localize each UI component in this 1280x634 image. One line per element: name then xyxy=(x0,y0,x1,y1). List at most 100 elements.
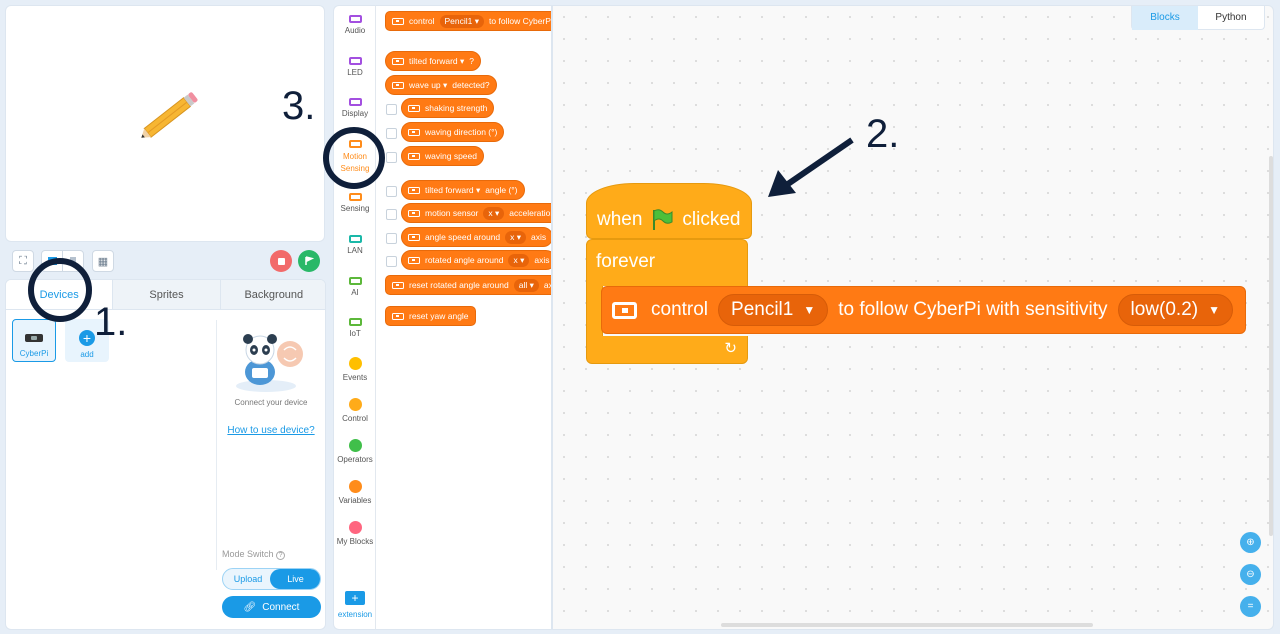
category-my-blocks[interactable]: My Blocks xyxy=(334,521,376,546)
checkbox[interactable] xyxy=(386,209,397,220)
device-cyberpi[interactable]: CyberPi xyxy=(12,319,56,362)
caret-down-icon: ▼ xyxy=(803,303,816,317)
block-text: waving speed xyxy=(425,151,477,161)
extension-button[interactable]: + extension xyxy=(334,591,376,619)
layout-small-icon[interactable] xyxy=(62,250,84,272)
palette-block-shaking-strength[interactable]: shaking strength xyxy=(401,98,495,118)
tab-blocks[interactable]: Blocks xyxy=(1132,6,1198,30)
category-label: Events xyxy=(342,373,368,382)
category-operators[interactable]: Operators xyxy=(334,439,376,464)
annotation-number-2: 2. xyxy=(866,112,900,156)
checkbox[interactable] xyxy=(386,128,397,139)
palette-block-wave-detected[interactable]: wave up ▾ detected? xyxy=(385,75,497,95)
category-led[interactable]: LED xyxy=(334,57,376,77)
green-flag-icon xyxy=(653,209,673,230)
layout-large-icon[interactable] xyxy=(41,250,63,272)
help-icon[interactable]: ? xyxy=(276,551,286,560)
category-label: LED xyxy=(347,68,363,77)
category-variables[interactable]: Variables xyxy=(334,480,376,505)
pencil-sprite[interactable] xyxy=(134,86,206,146)
stage[interactable] xyxy=(5,5,325,242)
connect-button[interactable]: 🔗︎ Connect xyxy=(222,596,321,618)
chip-icon xyxy=(348,277,362,285)
palette-block-reset-yaw[interactable]: reset yaw angle xyxy=(385,306,476,326)
chip-icon xyxy=(408,209,420,217)
sensitivity-dropdown[interactable]: low(0.2) ▼ xyxy=(1117,294,1233,326)
divider xyxy=(216,320,217,570)
block-dropdown[interactable]: x ▾ xyxy=(483,206,505,220)
category-label: IoT xyxy=(349,329,361,338)
cyberpi-icon xyxy=(25,334,43,342)
category-label: Motion Sensing xyxy=(340,152,370,173)
chip-icon xyxy=(348,235,362,243)
checkbox[interactable] xyxy=(386,233,397,244)
chip-icon xyxy=(392,17,404,25)
checkbox[interactable] xyxy=(386,152,397,163)
category-events[interactable]: Events xyxy=(334,357,376,382)
chip-icon xyxy=(392,57,404,65)
mode-toggle[interactable]: Upload Live xyxy=(222,568,321,590)
zoom-in-icon[interactable]: ⊕ xyxy=(1240,532,1261,553)
block-dropdown[interactable]: wave up ▾ xyxy=(409,80,447,91)
block-dropdown[interactable]: all ▾ xyxy=(513,278,539,292)
block-dropdown[interactable]: x ▾ xyxy=(505,230,527,244)
category-label: AI xyxy=(351,288,359,297)
block-text: reset rotated angle around xyxy=(409,280,509,290)
block-dropdown[interactable]: tilted forward ▾ xyxy=(425,185,480,196)
chip-icon xyxy=(392,81,404,89)
category-display[interactable]: Display xyxy=(334,98,376,118)
chip-icon xyxy=(408,256,420,264)
tab-python[interactable]: Python xyxy=(1198,6,1264,30)
category-audio[interactable]: Audio xyxy=(334,15,376,35)
checkbox[interactable] xyxy=(386,256,397,267)
loop-arrow-icon: ↻ xyxy=(724,340,737,357)
green-flag-icon xyxy=(305,256,314,265)
when-label: when xyxy=(597,209,643,230)
tab-sprites[interactable]: Sprites xyxy=(113,280,221,309)
block-dropdown[interactable]: x ▾ xyxy=(508,253,530,267)
block-text: ? xyxy=(469,56,475,66)
palette-block-angle-speed[interactable]: angle speed around x ▾ axis xyxy=(401,227,551,247)
palette-block-motion-sensor[interactable]: motion sensor x ▾ acceleration xyxy=(401,203,551,223)
category-label: My Blocks xyxy=(336,537,374,546)
checkbox[interactable] xyxy=(386,104,397,115)
horizontal-scrollbar[interactable] xyxy=(721,623,1093,627)
checkbox[interactable] xyxy=(386,186,397,197)
palette-block-rotated-angle[interactable]: rotated angle around x ▾ axis xyxy=(401,250,551,270)
palette-block-waving-direction[interactable]: waving direction (°) xyxy=(401,122,505,142)
category-label: Control xyxy=(342,414,368,423)
vertical-scrollbar[interactable] xyxy=(1269,156,1273,536)
control-label: control xyxy=(651,299,709,320)
script-workspace[interactable]: Blocks Python forever ↻ when clicked con… xyxy=(552,5,1274,630)
stop-button[interactable] xyxy=(270,250,292,272)
palette-block-tilt-angle[interactable]: tilted forward ▾ angle (°) xyxy=(401,180,525,200)
palette-block-control-follow[interactable]: control Pencil1 ▾ to follow CyberPi xyxy=(385,11,551,31)
zoom-reset-icon[interactable]: = xyxy=(1240,596,1261,617)
category-motion-sensing[interactable]: Motion Sensing xyxy=(334,140,376,175)
block-dropdown[interactable]: tilted forward ▾ xyxy=(409,56,464,67)
green-flag-button[interactable] xyxy=(298,250,320,272)
fullscreen-icon[interactable]: ⛶ xyxy=(12,250,34,272)
palette-block-reset-rotated-angle[interactable]: reset rotated angle around all ▾ axis xyxy=(385,275,551,295)
palette-block-tilted[interactable]: tilted forward ▾? xyxy=(385,51,482,71)
control-follow-block[interactable]: control Pencil1 ▼ to follow CyberPi with … xyxy=(601,286,1246,334)
panel-tabs: Devices Sprites Background xyxy=(6,280,325,310)
circle-icon xyxy=(348,398,362,411)
block-dropdown[interactable]: Pencil1 ▾ xyxy=(439,14,485,28)
zoom-out-icon[interactable]: ⊖ xyxy=(1240,564,1261,585)
category-control[interactable]: Control xyxy=(334,398,376,423)
circle-icon xyxy=(348,439,362,452)
live-mode-option[interactable]: Live xyxy=(270,569,320,589)
upload-mode-option[interactable]: Upload xyxy=(223,569,273,589)
palette-block-waving-speed[interactable]: waving speed xyxy=(401,146,484,166)
category-sensing[interactable]: Sensing xyxy=(334,193,376,213)
category-iot[interactable]: IoT xyxy=(334,318,376,338)
category-lan[interactable]: LAN xyxy=(334,235,376,255)
sprite-dropdown[interactable]: Pencil1 ▼ xyxy=(718,294,829,326)
how-to-use-device-link[interactable]: How to use device? xyxy=(221,425,321,436)
grid-icon[interactable]: ▦ xyxy=(92,250,114,272)
category-ai[interactable]: AI xyxy=(334,277,376,297)
when-flag-clicked-block[interactable]: when clicked xyxy=(586,183,752,239)
stop-icon xyxy=(277,257,285,265)
tab-background[interactable]: Background xyxy=(221,280,325,309)
